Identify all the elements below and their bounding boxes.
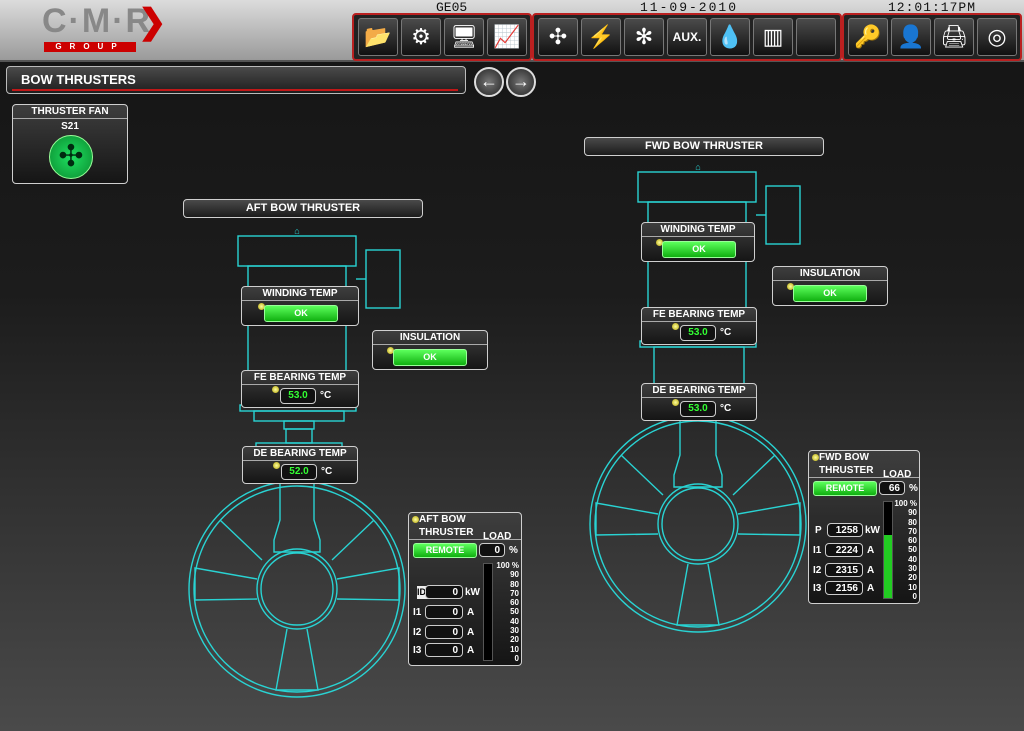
fwd-insulation-title: INSULATION	[773, 267, 887, 281]
load-scale-tick: 80	[908, 517, 917, 527]
aft-status-led	[412, 516, 419, 523]
fwd-i3-value: 2156	[825, 581, 863, 595]
fwd-p-value: 1258	[827, 523, 863, 537]
fwd-load-scale: 100 % 90 80 70 60 50 40 30 20 10 0	[891, 499, 917, 601]
aft-i3-value: 0	[425, 643, 463, 657]
aft-insulation-panel: INSULATION OK	[372, 330, 488, 370]
fwd-insulation-status: OK	[793, 285, 867, 302]
aft-de-bearing-panel: DE BEARING TEMP 52.0 °C	[242, 446, 358, 484]
load-scale-tick: 60	[510, 598, 519, 608]
fwd-i2-unit: A	[867, 565, 875, 576]
aft-fe-bearing-value: 53.0	[280, 388, 316, 404]
load-scale-tick: 30	[510, 626, 519, 636]
fwd-fe-bearing-unit: °C	[720, 327, 732, 338]
load-scale-tick: 60	[908, 536, 917, 546]
fwd-fe-bearing-value: 53.0	[680, 325, 716, 341]
fwd-status-panel: FWD BOW THRUSTER LOAD REMOTE 66 % P 1258…	[808, 450, 920, 604]
fwd-thruster-label: FWD BOW THRUSTER	[584, 137, 824, 156]
fwd-winding-temp-panel: WINDING TEMP OK	[641, 222, 755, 262]
fwd-status-led	[812, 454, 819, 461]
aft-winding-temp-panel: WINDING TEMP OK	[241, 286, 359, 326]
load-scale-tick: 90	[510, 570, 519, 580]
aft-i2-unit: A	[467, 627, 475, 638]
aft-i1-label: I1	[413, 607, 422, 618]
load-scale-tick: 80	[510, 579, 519, 589]
load-scale-tick: 50	[908, 545, 917, 555]
fwd-p-unit: kW	[865, 525, 880, 536]
fwd-de-led	[672, 399, 679, 406]
load-scale-tick: 0	[912, 591, 917, 601]
fwd-load-value: 66	[879, 481, 905, 495]
aft-insulation-status: OK	[393, 349, 467, 366]
aft-i2-label: I2	[413, 627, 422, 638]
fwd-remote-button[interactable]: REMOTE	[813, 481, 877, 496]
aft-winding-temp-title: WINDING TEMP	[242, 287, 358, 301]
load-scale-tick: 30	[908, 564, 917, 574]
aft-fe-bearing-unit: °C	[320, 390, 332, 401]
fwd-i2-label: I2	[813, 565, 822, 576]
fwd-p-label: P	[815, 525, 822, 536]
aft-p-unit: kW	[465, 587, 480, 598]
load-scale-tick: 20	[908, 573, 917, 583]
fwd-i3-label: I3	[813, 583, 822, 594]
fwd-de-bearing-panel: DE BEARING TEMP 53.0 °C	[641, 383, 757, 421]
aft-i3-unit: A	[467, 645, 475, 656]
aft-status-panel: AFT BOW THRUSTER LOAD REMOTE 0 % ID: 0 k…	[408, 512, 522, 666]
fwd-motor-top-marker: ⌂	[695, 162, 700, 172]
aft-winding-status: OK	[264, 305, 338, 322]
aft-de-bearing-title: DE BEARING TEMP	[243, 447, 357, 461]
aft-de-bearing-unit: °C	[321, 466, 333, 477]
aft-fe-led	[272, 386, 279, 393]
fwd-i1-value: 2224	[825, 543, 863, 557]
load-scale-tick: 40	[510, 616, 519, 626]
aft-de-led	[273, 462, 280, 469]
aft-i2-value: 0	[425, 625, 463, 639]
aft-de-bearing-value: 52.0	[281, 464, 317, 480]
fwd-i1-label: I1	[813, 545, 822, 556]
fwd-load-unit: %	[909, 483, 918, 494]
fwd-i3-unit: A	[867, 583, 875, 594]
fwd-fe-bearing-panel: FE BEARING TEMP 53.0 °C	[641, 307, 757, 345]
fwd-fe-bearing-title: FE BEARING TEMP	[642, 308, 756, 322]
aft-motor-top-marker: ⌂	[294, 226, 299, 236]
load-scale-tick: 90	[908, 508, 917, 518]
fwd-i2-value: 2315	[825, 563, 863, 577]
aft-thruster-label: AFT BOW THRUSTER	[183, 199, 423, 218]
aft-fe-bearing-panel: FE BEARING TEMP 53.0 °C	[241, 370, 359, 408]
fwd-insulation-panel: INSULATION OK	[772, 266, 888, 306]
aft-load-label: LOAD	[483, 531, 512, 542]
load-scale-tick: 100 %	[496, 561, 519, 570]
aft-load-unit: %	[509, 545, 518, 556]
fwd-de-bearing-unit: °C	[720, 403, 732, 414]
fwd-fe-led	[672, 323, 679, 330]
aft-remote-button[interactable]: REMOTE	[413, 543, 477, 558]
fwd-de-bearing-value: 53.0	[680, 401, 716, 417]
aft-i3-label: I3	[413, 645, 422, 656]
fwd-de-bearing-title: DE BEARING TEMP	[642, 384, 756, 398]
aft-p-value: 0	[425, 585, 463, 599]
load-scale-tick: 100 %	[894, 499, 917, 508]
load-scale-tick: 10	[908, 582, 917, 592]
load-scale-tick: 20	[510, 635, 519, 645]
aft-i1-unit: A	[467, 607, 475, 618]
aft-fe-bearing-title: FE BEARING TEMP	[242, 371, 358, 385]
load-scale-tick: 10	[510, 644, 519, 654]
load-scale-tick: 70	[908, 526, 917, 536]
fwd-load-label: LOAD	[883, 469, 912, 480]
fwd-i1-unit: A	[867, 545, 875, 556]
load-scale-tick: 0	[514, 653, 519, 663]
fwd-winding-status: OK	[662, 241, 736, 258]
load-scale-tick: 50	[510, 607, 519, 617]
aft-insulation-title: INSULATION	[373, 331, 487, 345]
aft-i1-value: 0	[425, 605, 463, 619]
aft-load-value: 0	[479, 543, 505, 557]
aft-load-scale: 100 % 90 80 70 60 50 40 30 20 10 0	[491, 561, 519, 663]
load-scale-tick: 70	[510, 588, 519, 598]
load-scale-tick: 40	[908, 554, 917, 564]
fwd-winding-temp-title: WINDING TEMP	[642, 223, 754, 237]
